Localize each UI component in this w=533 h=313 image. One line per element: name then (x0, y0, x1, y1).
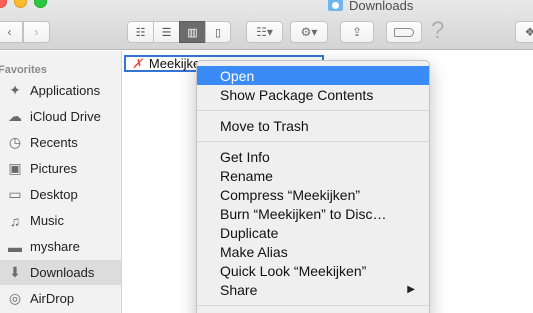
cloud-icon: ☁ (8, 108, 22, 124)
downloads-folder-icon (328, 0, 343, 11)
tag-icon (394, 27, 414, 37)
menu-item-share[interactable]: Share ▶ (197, 280, 429, 299)
sidebar-item-pictures[interactable]: ▣ Pictures (0, 156, 121, 181)
menu-item-label: Open (220, 67, 255, 84)
sidebar-item-recents[interactable]: ◷ Recents (0, 130, 121, 155)
arrange-grid-icon: ☷▾ (256, 25, 273, 39)
menu-separator (197, 305, 429, 306)
back-button[interactable]: ‹ (0, 21, 23, 43)
sidebar-item-applications[interactable]: ✦ Applications (0, 78, 121, 103)
menu-item-move-to-trash[interactable]: Move to Trash (197, 116, 429, 135)
sidebar-heading-favorites: Favorites (0, 64, 47, 76)
menu-item-get-info[interactable]: Get Info (197, 147, 429, 166)
sidebar-item-label: Applications (30, 83, 101, 98)
folder-icon: ▬ (8, 238, 22, 255)
sidebar-item-desktop[interactable]: ▭ Desktop (0, 182, 121, 207)
applications-icon: ✦ (9, 82, 21, 98)
menu-separator (197, 141, 429, 142)
menu-item-label: Burn “Meekijken” to Disc… (220, 205, 387, 222)
menu-item-label: Show Package Contents (220, 86, 374, 103)
arrange-button[interactable]: ☷▾ (246, 21, 283, 43)
menu-item-label: Rename (220, 167, 273, 184)
sidebar-item-label: AirDrop (30, 291, 75, 306)
sidebar-item-label: myshare (30, 239, 80, 254)
menu-item-label: Get Info (220, 148, 270, 165)
camera-icon: ▣ (8, 160, 22, 176)
menu-item-label: Share (220, 281, 258, 298)
dropbox-icon: ❖ (524, 25, 533, 39)
dropbox-button[interactable]: ❖ (515, 21, 533, 43)
chevron-left-icon: ‹ (7, 25, 12, 39)
action-menu-button[interactable]: ⚙▾ (290, 21, 328, 43)
sidebar-item-label: Desktop (30, 187, 78, 202)
gear-icon: ⚙▾ (300, 25, 318, 39)
menu-item-label: Make Alias (220, 243, 288, 260)
forward-button[interactable]: › (23, 21, 50, 43)
sidebar-item-label: Downloads (30, 265, 95, 280)
coverflow-view-button[interactable]: ▯ (205, 21, 231, 43)
window-title-text: Downloads (349, 0, 414, 13)
context-menu: Open Show Package Contents Move to Trash… (196, 60, 430, 313)
menu-item-compress[interactable]: Compress “Meekijken” (197, 185, 429, 204)
window-title: Downloads (328, 0, 413, 13)
coverflow-icon: ▯ (214, 26, 222, 39)
tags-button[interactable] (386, 21, 422, 43)
submenu-arrow-icon: ▶ (407, 284, 415, 295)
music-icon: ♫ (9, 212, 21, 229)
desktop-icon: ▭ (8, 186, 22, 202)
app-unavailable-icon: ✗ (132, 55, 143, 71)
chevron-right-icon: › (34, 25, 39, 39)
sidebar-item-music[interactable]: ♫ Music (0, 208, 121, 233)
sidebar-item-label: Pictures (30, 161, 77, 176)
menu-item-label: Move to Trash (220, 117, 309, 134)
menu-item-label: Quick Look “Meekijken” (220, 262, 367, 279)
menu-item-duplicate[interactable]: Duplicate (197, 223, 429, 242)
menu-item-label: Compress “Meekijken” (220, 186, 361, 203)
close-window-button[interactable] (0, 0, 7, 8)
share-icon: ⇪ (351, 25, 363, 39)
zoom-window-button[interactable] (34, 0, 47, 8)
menu-item-quick-look[interactable]: Quick Look “Meekijken” (197, 261, 429, 280)
column-view-button[interactable]: ▥ (179, 21, 205, 43)
menu-item-burn-to-disc[interactable]: Burn “Meekijken” to Disc… (197, 204, 429, 223)
menu-separator (197, 110, 429, 111)
airdrop-icon: ◎ (8, 290, 22, 306)
sidebar-item-label: Recents (30, 135, 78, 150)
menu-item-make-alias[interactable]: Make Alias (197, 242, 429, 261)
columns-icon: ▥ (187, 26, 198, 39)
list-view-button[interactable]: ☰ (153, 21, 179, 43)
minimize-window-button[interactable] (14, 0, 27, 8)
download-icon: ⬇ (9, 264, 21, 280)
sidebar-item-label: iCloud Drive (30, 109, 101, 124)
menu-item-label: Duplicate (220, 224, 279, 241)
sidebar-item-airdrop[interactable]: ◎ AirDrop (0, 286, 121, 311)
list-icon: ☰ (161, 26, 172, 39)
share-button[interactable]: ⇪ (340, 21, 374, 43)
menu-item-show-package-contents[interactable]: Show Package Contents (197, 85, 429, 104)
sidebar-item-label: Music (30, 213, 64, 228)
grid-icon: ☷ (135, 26, 146, 39)
menu-item-rename[interactable]: Rename (197, 166, 429, 185)
sidebar-item-icloud-drive[interactable]: ☁ iCloud Drive (0, 104, 121, 129)
window-toolbar: Downloads ‹ › ☷ ☰ ▥ ▯ ☷▾ ⚙▾ ⇪ ? ❖ (0, 0, 533, 50)
sidebar-item-downloads[interactable]: ⬇ Downloads (0, 260, 121, 285)
sidebar-item-myshare[interactable]: ▬ myshare (0, 234, 121, 259)
menu-item-open[interactable]: Open (197, 66, 429, 85)
sidebar: Favorites ✦ Applications ☁ iCloud Drive … (0, 51, 122, 313)
clock-icon: ◷ (8, 134, 22, 150)
help-glyph: ? (431, 17, 445, 44)
view-mode-segmented-control: ☷ ☰ ▥ ▯ (127, 21, 231, 43)
help-icon[interactable]: ? (431, 17, 444, 45)
icon-view-button[interactable]: ☷ (127, 21, 153, 43)
